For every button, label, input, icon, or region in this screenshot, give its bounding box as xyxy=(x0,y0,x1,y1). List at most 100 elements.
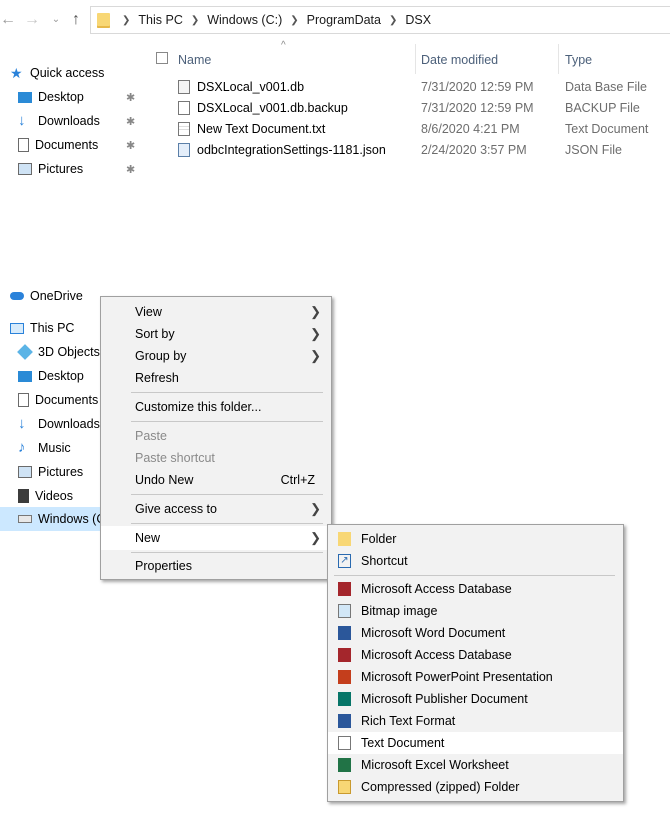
submenu-item-excel[interactable]: Microsoft Excel Worksheet xyxy=(328,754,623,776)
download-arrow-icon: ↓ xyxy=(18,415,26,432)
menu-item-group-by[interactable]: Group by ❯ xyxy=(101,345,331,367)
pictures-icon xyxy=(18,466,32,478)
breadcrumb-this-pc[interactable]: This PC xyxy=(136,13,184,27)
nav-quick-access[interactable]: ★ Quick access xyxy=(10,62,104,84)
file-row[interactable]: DSXLocal_v001.db xyxy=(178,77,304,97)
nav-downloads[interactable]: ↓ Downloads xyxy=(18,413,100,435)
submenu-item-text-document[interactable]: Text Document xyxy=(328,732,623,754)
submenu-item-shortcut[interactable]: ↗ Shortcut xyxy=(328,550,623,572)
nav-desktop[interactable]: Desktop xyxy=(18,365,84,387)
menu-label: Give access to xyxy=(135,502,217,516)
file-type: Text Document xyxy=(565,122,649,136)
desktop-icon xyxy=(18,91,32,103)
access-icon xyxy=(338,648,351,662)
file-type: JSON File xyxy=(565,143,622,157)
nav-quick-downloads[interactable]: ↓ Downloads xyxy=(18,110,100,132)
submenu-item-access-database[interactable]: Microsoft Access Database xyxy=(328,578,623,600)
submenu-item-word-document[interactable]: Microsoft Word Document xyxy=(328,622,623,644)
nav-label: Desktop xyxy=(38,90,84,104)
chevron-right-icon: ❯ xyxy=(310,348,321,363)
nav-music[interactable]: ♪ Music xyxy=(18,437,71,459)
computer-icon xyxy=(10,322,24,334)
menu-item-undo-new[interactable]: Undo New Ctrl+Z xyxy=(101,469,331,491)
pin-icon[interactable]: ✱ xyxy=(126,163,135,176)
menu-item-view[interactable]: View ❯ xyxy=(101,301,331,323)
documents-icon xyxy=(18,138,29,152)
menu-item-new[interactable]: New ❯ xyxy=(101,526,331,550)
up-arrow-icon[interactable]: ↑ xyxy=(68,0,84,40)
file-type: BACKUP File xyxy=(565,101,640,115)
excel-icon xyxy=(338,758,351,772)
nav-label: Videos xyxy=(35,489,73,503)
new-submenu: Folder ↗ Shortcut Microsoft Access Databa… xyxy=(327,524,624,802)
nav-quick-documents[interactable]: Documents xyxy=(18,134,98,156)
submenu-item-rich-text[interactable]: Rich Text Format xyxy=(328,710,623,732)
menu-item-paste[interactable]: Paste xyxy=(101,425,331,447)
nav-documents[interactable]: Documents xyxy=(18,389,98,411)
nav-onedrive[interactable]: OneDrive xyxy=(10,285,83,307)
submenu-item-folder[interactable]: Folder xyxy=(328,528,623,550)
column-header-type[interactable]: Type xyxy=(565,50,592,70)
nav-label: Documents xyxy=(35,393,99,407)
cube-icon xyxy=(17,344,33,360)
nav-label: 3D Objects xyxy=(38,345,100,359)
breadcrumb-programdata[interactable]: ProgramData xyxy=(305,13,383,27)
menu-item-refresh[interactable]: Refresh xyxy=(101,367,331,389)
menu-label: Customize this folder... xyxy=(135,400,262,414)
submenu-item-zipped-folder[interactable]: Compressed (zipped) Folder xyxy=(328,776,623,798)
nav-label: Quick access xyxy=(30,66,105,80)
column-divider[interactable] xyxy=(415,44,416,74)
back-arrow-icon[interactable]: ← xyxy=(0,0,16,40)
address-bar[interactable]: ❯ This PC ❯ Windows (C:) ❯ ProgramData ❯… xyxy=(90,6,670,34)
nav-label: Pictures xyxy=(38,162,84,176)
sort-ascending-icon: ^ xyxy=(281,40,286,51)
submenu-item-bitmap-image[interactable]: Bitmap image xyxy=(328,600,623,622)
file-row[interactable]: DSXLocal_v001.db.backup xyxy=(178,98,348,118)
menu-label: Rich Text Format xyxy=(361,714,456,728)
music-note-icon: ♪ xyxy=(18,439,26,456)
rich-text-icon xyxy=(338,714,351,728)
menu-separator xyxy=(131,523,323,524)
menu-item-properties[interactable]: Properties xyxy=(101,555,331,577)
nav-videos[interactable]: Videos xyxy=(18,485,73,507)
pin-icon[interactable]: ✱ xyxy=(126,115,135,128)
menu-label: Microsoft PowerPoint Presentation xyxy=(361,670,553,684)
recent-locations-chevron-icon[interactable]: ⌄ xyxy=(50,0,62,40)
menu-item-customize-folder[interactable]: Customize this folder... xyxy=(101,396,331,418)
nav-label: Music xyxy=(38,441,71,455)
nav-label: Desktop xyxy=(38,369,84,383)
chevron-right-icon: ❯ xyxy=(310,304,321,319)
nav-pictures[interactable]: Pictures xyxy=(18,461,83,483)
menu-label: Sort by xyxy=(135,327,175,341)
submenu-item-access-database-2[interactable]: Microsoft Access Database xyxy=(328,644,623,666)
file-date: 2/24/2020 3:57 PM xyxy=(421,143,527,157)
column-header-date-modified[interactable]: Date modified xyxy=(421,50,498,70)
column-divider[interactable] xyxy=(558,44,559,74)
nav-quick-pictures[interactable]: Pictures xyxy=(18,158,83,180)
chevron-right-icon: ❯ xyxy=(310,326,321,341)
nav-windows-c[interactable]: Windows (C xyxy=(18,508,105,530)
column-header-name[interactable]: Name xyxy=(178,50,211,70)
pin-icon[interactable]: ✱ xyxy=(126,139,135,152)
menu-item-paste-shortcut[interactable]: Paste shortcut xyxy=(101,447,331,469)
pin-icon[interactable]: ✱ xyxy=(126,91,135,104)
breadcrumb-dsx[interactable]: DSX xyxy=(403,13,433,27)
pictures-icon xyxy=(18,163,32,175)
chevron-right-icon: ❯ xyxy=(122,14,131,26)
file-row[interactable]: odbcIntegrationSettings-1181.json xyxy=(178,140,386,160)
menu-label: Shortcut xyxy=(361,554,408,568)
select-all-checkbox[interactable] xyxy=(156,52,168,64)
nav-3d-objects[interactable]: 3D Objects xyxy=(17,341,100,363)
nav-this-pc[interactable]: This PC xyxy=(10,317,74,339)
file-row[interactable]: New Text Document.txt xyxy=(178,119,325,139)
submenu-item-powerpoint[interactable]: Microsoft PowerPoint Presentation xyxy=(328,666,623,688)
menu-item-sort-by[interactable]: Sort by ❯ xyxy=(101,323,331,345)
breadcrumb-windows-c[interactable]: Windows (C:) xyxy=(205,13,284,27)
menu-item-give-access[interactable]: Give access to ❯ xyxy=(101,498,331,520)
folder-icon xyxy=(338,532,351,546)
forward-arrow-icon[interactable]: → xyxy=(24,0,40,40)
menu-label: Microsoft Publisher Document xyxy=(361,692,528,706)
nav-quick-desktop[interactable]: Desktop xyxy=(18,86,84,108)
menu-label: Microsoft Excel Worksheet xyxy=(361,758,509,772)
submenu-item-publisher[interactable]: Microsoft Publisher Document xyxy=(328,688,623,710)
